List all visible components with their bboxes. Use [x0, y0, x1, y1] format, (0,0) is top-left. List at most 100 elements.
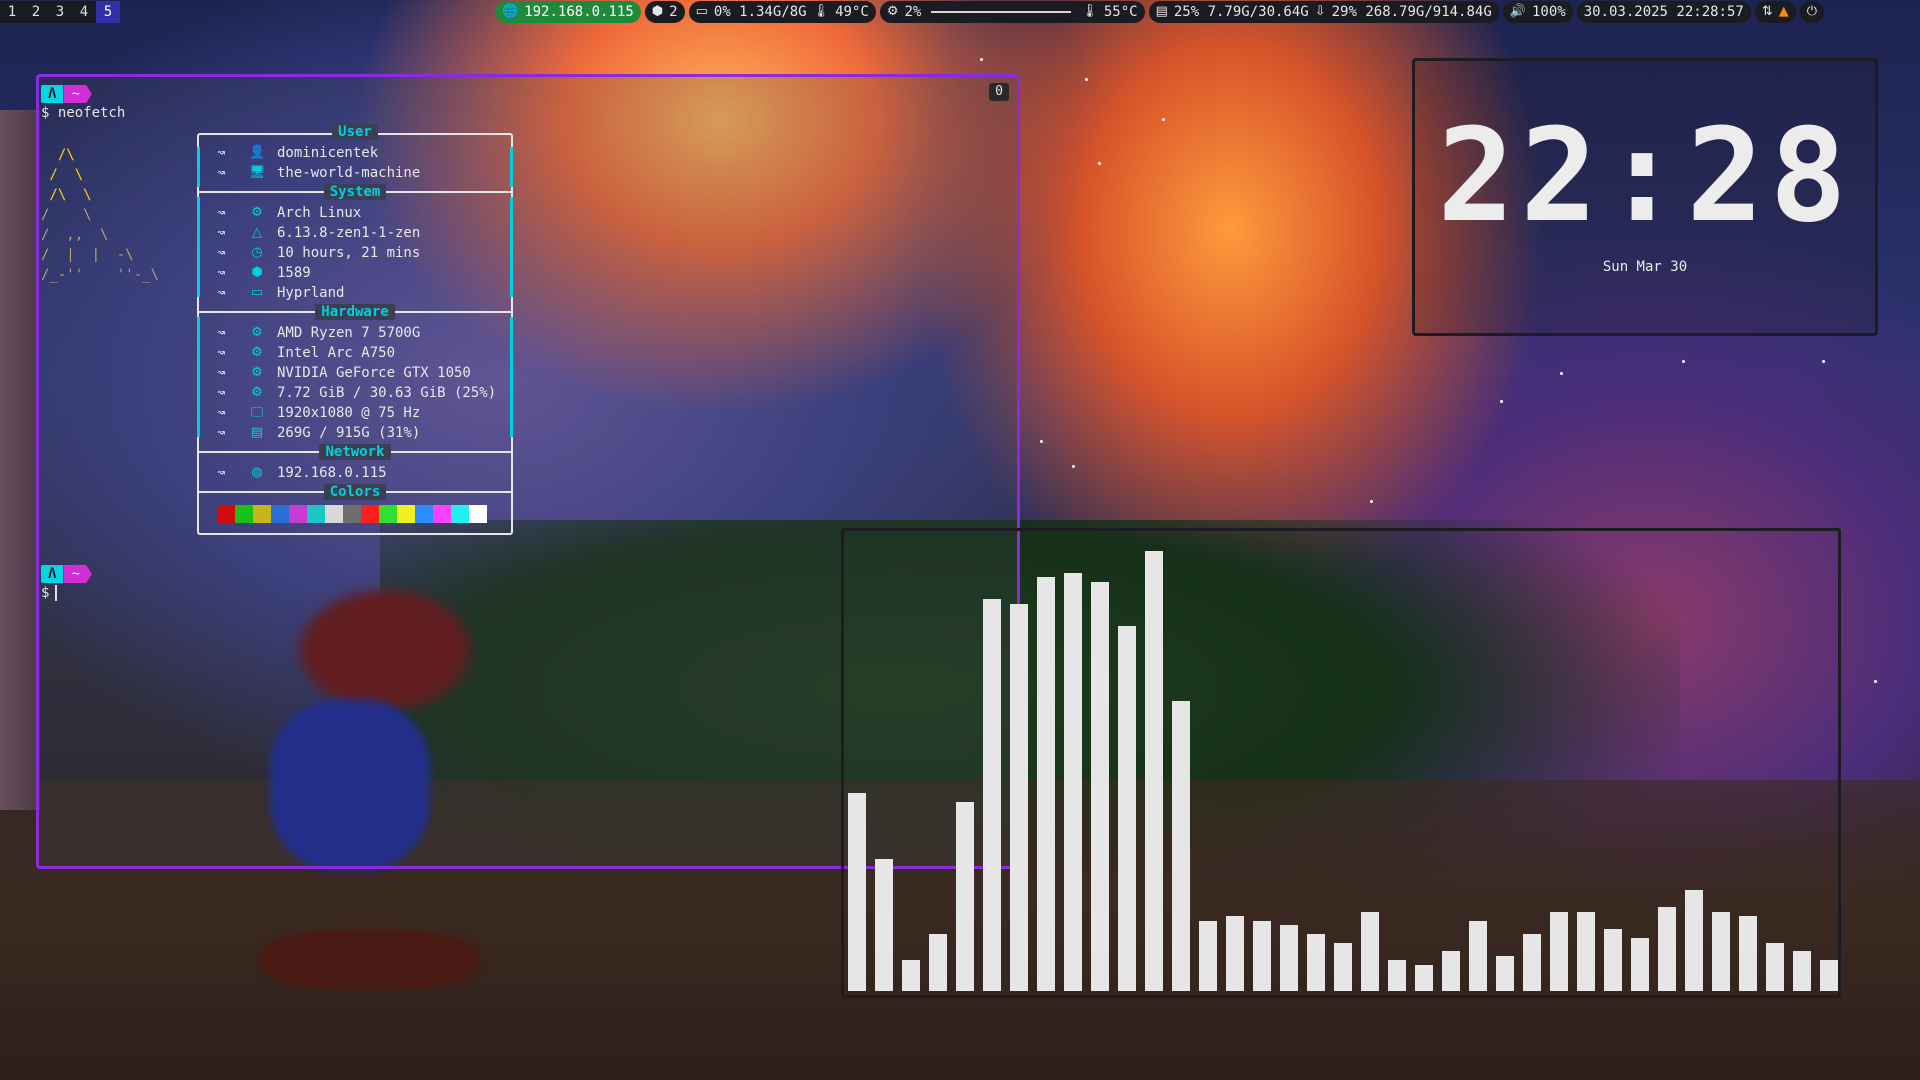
command-input-line[interactable]: $ — [41, 585, 58, 601]
section-colors-title: Colors — [197, 483, 513, 501]
prompt-dir-segment: ~ — [63, 85, 92, 103]
vlc-icon[interactable]: ▲ — [1779, 1, 1789, 23]
visualizer-bar — [1253, 921, 1271, 991]
disk-icon: ▤ — [250, 425, 264, 440]
wallpaper-castle — [0, 110, 40, 810]
arrow-icon: ↝ — [217, 345, 226, 361]
globe-icon: 🌐 — [502, 4, 519, 19]
arrow-icon: ↝ — [217, 145, 226, 161]
status-modules: 🌐 192.168.0.115 ⬢ 2 ▭ 0% 1.34G/8G 🌡 49°C… — [495, 1, 1825, 23]
cpu-icon: ⚙ — [251, 325, 263, 340]
section-hardware-title: Hardware — [197, 303, 513, 321]
info-row-display: ↝ 🖵 1920x1080 @ 75 Hz — [217, 403, 420, 423]
visualizer-bar — [1091, 582, 1109, 991]
section-label: User — [332, 124, 378, 140]
palette-swatch — [451, 505, 469, 523]
clock-date: Sun Mar 30 — [1602, 259, 1688, 275]
visualizer-bar — [1010, 604, 1028, 991]
arrow-icon: ↝ — [217, 465, 226, 481]
info-row-wm: ↝ ▭ Hyprland — [217, 283, 344, 303]
arrow-icon: ↝ — [217, 365, 226, 381]
workspace-2[interactable]: 2 — [24, 1, 48, 23]
package-icon: ⬢ — [651, 4, 664, 19]
clock-module[interactable]: 30.03.2025 22:28:57 — [1576, 1, 1751, 23]
volume-level: 100% — [1531, 4, 1566, 20]
display-icon: 🖵 — [250, 405, 264, 420]
network-icon[interactable]: ⇅ — [1762, 1, 1773, 23]
workspace-4[interactable]: 4 — [72, 1, 96, 23]
info-row-cpu: ↝ ⚙ AMD Ryzen 7 5700G — [217, 323, 420, 343]
box-accent — [510, 147, 513, 187]
cpu-temp: 49°C — [835, 4, 869, 20]
palette-swatch — [235, 505, 253, 523]
visualizer-bar — [1388, 960, 1406, 991]
prompt-arch-segment: Λ — [41, 565, 64, 583]
visualizer-bar — [1550, 912, 1568, 991]
logo-line: / \ — [41, 207, 92, 223]
info-row-host: ↝ 🖥 the-world-machine — [217, 163, 420, 183]
visualizer-bar — [1712, 912, 1730, 991]
cpu-module[interactable]: ▭ 0% 1.34G/8G 🌡 49°C — [688, 1, 876, 23]
updates-module[interactable]: ⬢ 2 — [644, 1, 685, 23]
logo-line: / | | -\ — [41, 247, 134, 263]
logo-line: / ,, \ — [41, 227, 109, 243]
info-value: the-world-machine — [277, 165, 421, 181]
visualizer-bar — [875, 859, 893, 991]
volume-module[interactable]: 🔊 100% — [1502, 1, 1573, 23]
clock-icon: ◷ — [251, 245, 263, 260]
visualizer-bar — [1766, 943, 1784, 991]
gpu-module[interactable]: ⚙ 2% 🌡 55°C — [879, 1, 1145, 23]
info-value: dominicentek — [277, 145, 379, 161]
visualizer-bar — [1820, 960, 1838, 991]
visualizer-bar — [1631, 938, 1649, 991]
gpu-icon: ⚙ — [251, 345, 263, 360]
visualizer-bars — [844, 531, 1838, 995]
visualizer-bar — [1307, 934, 1325, 991]
info-row-memory: ↝ ⚙ 7.72 GiB / 30.63 GiB (25%) — [217, 383, 496, 403]
box-accent — [197, 147, 200, 187]
palette-swatch — [469, 505, 487, 523]
visualizer-bar — [1037, 577, 1055, 991]
visualizer-bar — [1685, 890, 1703, 991]
visualizer-bar — [1361, 912, 1379, 991]
package-icon: ⬢ — [251, 265, 263, 280]
info-value: Intel Arc A750 — [277, 345, 396, 361]
kernel-icon: △ — [252, 225, 262, 240]
memory-module[interactable]: ▤ 25% 7.79G/30.64G ⇩ 29% 268.79G/914.84G — [1148, 1, 1499, 23]
section-label: Colors — [323, 484, 387, 500]
info-row-packages: ↝ ⬢ 1589 — [217, 263, 311, 283]
workspace-1[interactable]: 1 — [0, 1, 24, 23]
arrow-icon: ↝ — [217, 385, 226, 401]
power-button[interactable]: ⏻ — [1799, 1, 1825, 23]
monitor-icon: 🖥 — [249, 165, 266, 180]
memory-usage: 25% 7.79G/30.64G — [1173, 4, 1309, 20]
network-ip: 192.168.0.115 — [524, 4, 634, 20]
section-user-title: User — [197, 123, 513, 141]
thermometer-icon: 🌡 — [1081, 4, 1098, 19]
visualizer-bar — [1739, 916, 1757, 991]
power-icon: ⏻ — [1806, 4, 1818, 19]
info-row-disk: ↝ ▤ 269G / 915G (31%) — [217, 423, 420, 443]
logo-line: /\ \ — [41, 187, 92, 203]
workspace-3[interactable]: 3 — [48, 1, 72, 23]
info-value: AMD Ryzen 7 5700G — [277, 325, 421, 341]
disk-usage: 29% 268.79G/914.84G — [1331, 4, 1492, 20]
visualizer-bar — [1334, 943, 1352, 991]
arrow-icon: ↝ — [217, 285, 226, 301]
download-icon: ⇩ — [1314, 4, 1326, 19]
info-value: NVIDIA GeForce GTX 1050 — [277, 365, 471, 381]
info-value: Hyprland — [277, 285, 345, 301]
workspace-5[interactable]: 5 — [96, 1, 120, 23]
logo-line: /\ — [41, 147, 75, 163]
network-module[interactable]: 🌐 192.168.0.115 — [495, 1, 641, 23]
info-row-kernel: ↝ △ 6.13.8-zen1-1-zen — [217, 223, 420, 243]
arrow-icon: ↝ — [217, 245, 226, 261]
arrow-icon: ↝ — [217, 325, 226, 341]
visualizer-bar — [1577, 912, 1595, 991]
box-accent — [197, 317, 200, 437]
cpu-usage: 0% 1.34G/8G — [713, 4, 807, 20]
visualizer-bar — [929, 934, 947, 991]
info-value: 192.168.0.115 — [277, 465, 387, 481]
visualizer-bar — [1658, 907, 1676, 991]
wallpaper-mario-shoes — [260, 930, 480, 990]
